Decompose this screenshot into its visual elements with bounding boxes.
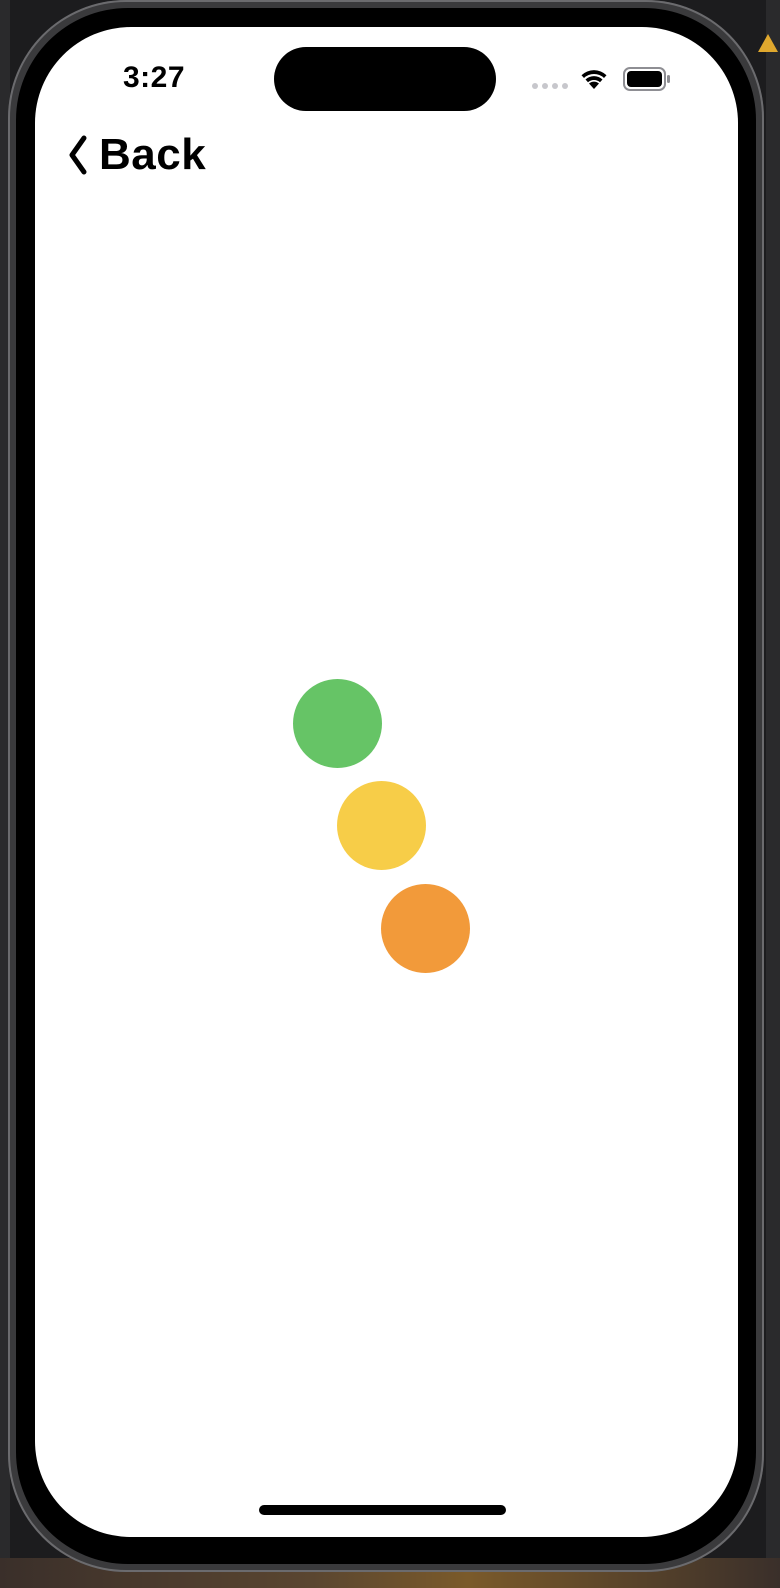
desktop-background: 3:27 Back [0, 0, 780, 1588]
status-time: 3:27 [123, 61, 186, 94]
chevron-left-icon [69, 135, 87, 175]
desktop-right-panel [766, 0, 780, 1588]
warning-icon [758, 34, 778, 52]
battery-icon [623, 67, 670, 91]
back-button[interactable]: Back [67, 127, 206, 183]
back-label: Back [99, 130, 207, 179]
wifi-icon [581, 70, 607, 89]
loading-dot-yellow [337, 781, 426, 870]
phone-screen: 3:27 Back [35, 27, 738, 1537]
dynamic-island [274, 47, 496, 111]
navigation-bar: Back [35, 127, 738, 187]
loading-dot-orange [381, 884, 470, 973]
cellular-signal-icon [532, 83, 568, 89]
status-bar: 3:27 [35, 27, 738, 137]
loading-dot-green [293, 679, 382, 768]
home-indicator[interactable] [259, 1505, 506, 1515]
